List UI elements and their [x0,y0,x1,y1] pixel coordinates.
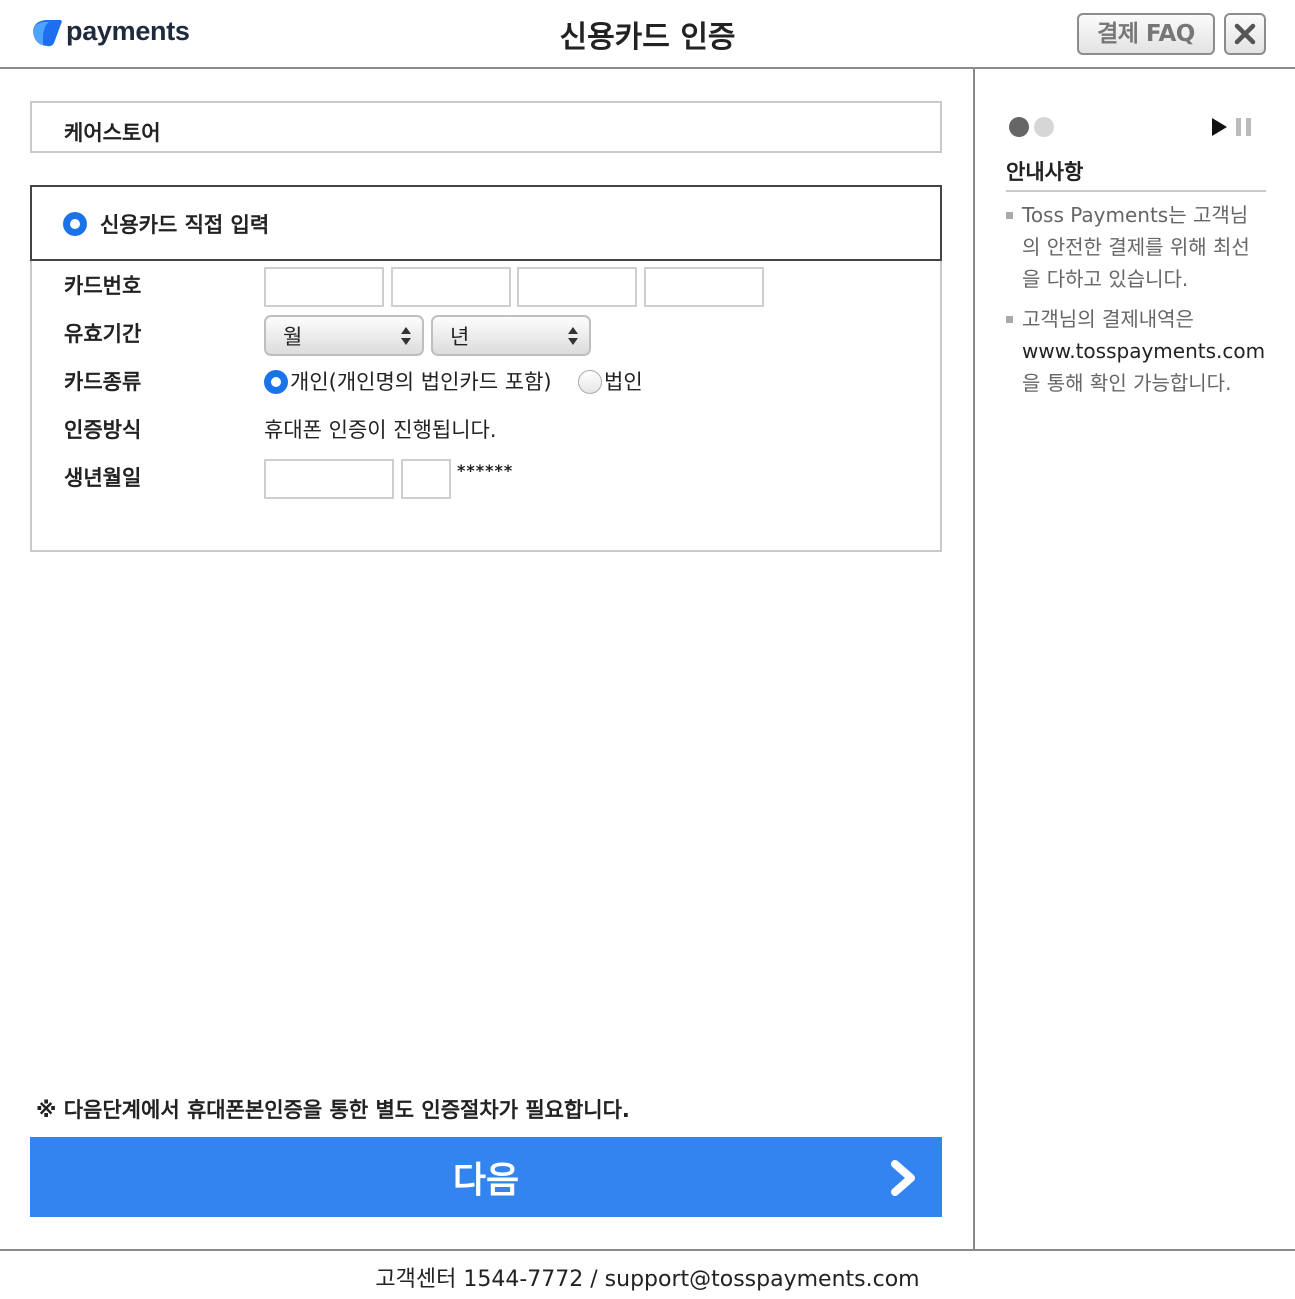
column-divider [973,69,975,1250]
corporate-label[interactable]: 법인 [604,366,643,396]
chevron-right-icon [891,1160,915,1196]
footer-divider [0,1249,1295,1251]
sidebar-item-text: 고객님의 결제내역은 www.tosspayments.com 을 통해 확인 … [1006,303,1266,399]
birth-gender-input[interactable] [401,459,451,499]
faq-button[interactable]: 결제 FAQ [1077,13,1215,55]
notice-text: ※ 다음단계에서 휴대폰본인증을 통한 별도 인증절차가 필요합니다. [36,1098,630,1122]
month-select-value: 월 [283,325,303,349]
sidebar-text-after: 을 통해 확인 가능합니다. [1022,371,1232,395]
footer-contact: 고객센터 1544-7772 / support@tosspayments.co… [375,1267,920,1292]
month-select[interactable]: 월 [264,315,424,356]
card-number-input-4[interactable] [644,267,764,307]
updown-arrows-icon [401,327,411,345]
sidebar-title: 안내사항 [1006,160,1084,184]
card-number-input-2[interactable] [391,267,511,307]
birth-label: 생년월일 [64,466,142,490]
year-select[interactable]: 년 [431,315,591,356]
auth-method-value: 휴대폰 인증이 진행됩니다. [264,418,497,442]
next-button[interactable]: 다음 [30,1137,942,1217]
slide-indicator [1009,117,1054,137]
sidebar-item-text: Toss Payments는 고객님의 안전한 결제를 위해 최선을 다하고 있… [1022,203,1250,291]
method-label: 신용카드 직접 입력 [100,213,270,237]
bullet-icon [1006,212,1013,219]
close-icon [1234,23,1256,45]
expiry-label: 유효기간 [64,322,142,346]
sidebar-text-before: 고객님의 결제내역은 [1022,307,1194,331]
personal-radio[interactable] [264,370,288,394]
updown-arrows-icon [568,327,578,345]
next-button-label: 다음 [452,1160,520,1201]
header: payments 신용카드 인증 결제 FAQ [0,0,1295,69]
sidebar-divider [1006,190,1266,192]
corporate-radio[interactable] [578,370,602,394]
card-number-input-1[interactable] [264,267,384,307]
method-option[interactable]: 신용카드 직접 입력 [30,185,942,261]
auth-method-label: 인증방식 [64,418,142,442]
personal-label[interactable]: 개인(개인명의 법인카드 포함) [290,366,552,396]
birth-date-input[interactable] [264,459,394,499]
merchant-name: 케어스토어 [64,121,161,145]
pause-icon[interactable] [1235,117,1253,137]
play-icon[interactable] [1210,117,1228,137]
slide-dot-active[interactable] [1009,117,1029,137]
slide-dot[interactable] [1034,117,1054,137]
birth-mask: ****** [457,461,514,480]
year-select-value: 년 [450,325,470,349]
card-number-input-3[interactable] [517,267,637,307]
card-form: 신용카드 직접 입력 카드번호 유효기간 월 년 카드종류 개인(개인명의 법인… [30,185,942,552]
bullet-icon [1006,316,1013,323]
merchant-box: 케어스토어 [30,101,942,153]
sidebar-item: 고객님의 결제내역은 www.tosspayments.com 을 통해 확인 … [1006,303,1266,399]
tosspayments-link[interactable]: www.tosspayments.com [1022,339,1265,363]
card-type-label: 카드종류 [64,370,142,394]
method-radio[interactable] [63,212,87,236]
card-number-label: 카드번호 [64,274,142,298]
close-button[interactable] [1224,13,1266,55]
sidebar-item: Toss Payments는 고객님의 안전한 결제를 위해 최선을 다하고 있… [1006,199,1266,295]
